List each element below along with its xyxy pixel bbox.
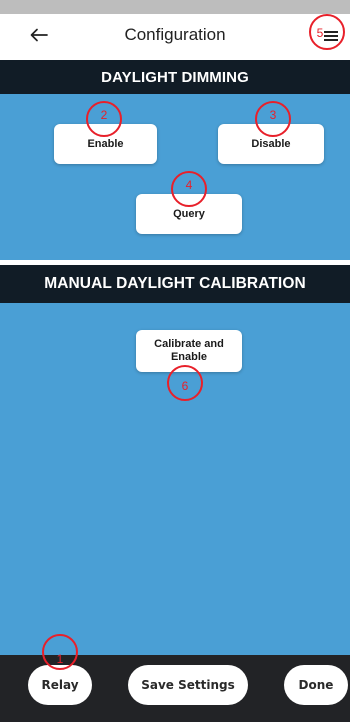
calibrate-label-line2: Enable bbox=[170, 351, 208, 363]
disable-button[interactable]: Disable bbox=[218, 124, 324, 164]
done-button[interactable]: Done bbox=[284, 665, 348, 705]
calibrate-label-line1: Calibrate and bbox=[154, 338, 224, 350]
arrow-left-icon bbox=[30, 28, 48, 42]
daylight-dimming-panel: Enable Disable Query bbox=[0, 94, 350, 260]
daylight-dimming-header: DAYLIGHT DIMMING bbox=[0, 60, 350, 94]
status-bar bbox=[0, 0, 350, 14]
relay-button[interactable]: Relay bbox=[28, 665, 92, 705]
bottom-action-bar: Relay Save Settings Done bbox=[0, 655, 350, 722]
configuration-screen: Configuration DAYLIGHT DIMMING Enable Di… bbox=[0, 0, 350, 722]
back-button[interactable] bbox=[22, 18, 56, 52]
hamburger-menu-icon bbox=[324, 31, 338, 41]
app-bar: Configuration bbox=[0, 14, 350, 58]
manual-calibration-panel: Calibrate and Enable bbox=[0, 303, 350, 655]
menu-button[interactable] bbox=[309, 20, 345, 52]
enable-button[interactable]: Enable bbox=[54, 124, 157, 164]
calibrate-and-enable-button[interactable]: Calibrate and Enable bbox=[136, 330, 242, 372]
manual-calibration-header: MANUAL DAYLIGHT CALIBRATION bbox=[0, 265, 350, 303]
save-settings-button[interactable]: Save Settings bbox=[128, 665, 248, 705]
query-button[interactable]: Query bbox=[136, 194, 242, 234]
